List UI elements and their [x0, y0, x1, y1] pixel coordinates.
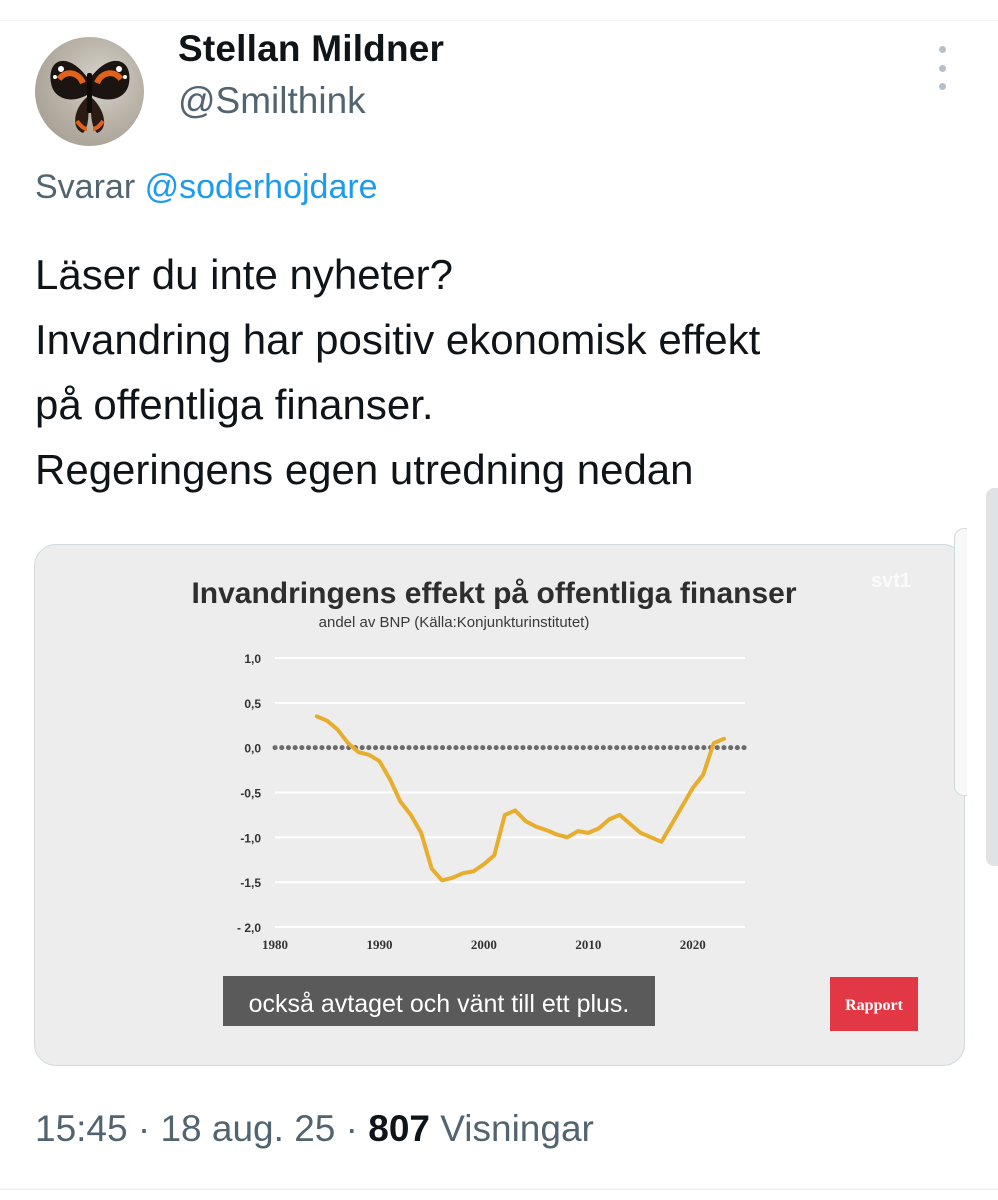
tweet-line: Läser du inte nyheter? — [35, 251, 453, 298]
y-tick-label: -1,0 — [240, 831, 261, 845]
chart-subtitle: andel av BNP (Källa:Konjunkturinstitutet… — [319, 614, 590, 631]
watermark-logo: svt1 — [871, 570, 911, 592]
tweet-line: på offentliga finanser. — [35, 381, 434, 428]
more-dot — [938, 46, 946, 53]
chart-image: Invandringens effekt på offentliga finan… — [191, 570, 918, 1031]
tweet-line: Regeringens egen utredning nedan — [35, 446, 694, 493]
y-tick-label: 1,0 — [244, 652, 261, 666]
y-tick-label: - 2,0 — [237, 921, 261, 935]
tweet-meta: 15:45 · 18 aug. 25 · 807 Visningar — [35, 1108, 594, 1150]
y-tick-label: -1,5 — [240, 876, 261, 890]
x-tick-label: 2000 — [471, 937, 497, 952]
tweet-line: Invandring har positiv ekonomisk effekt — [35, 316, 761, 363]
tweet-text: Läser du inte nyheter? Invandring har po… — [35, 242, 760, 502]
avatar[interactable] — [35, 37, 144, 146]
series-line — [314, 714, 727, 883]
author-handle[interactable]: @Smilthink — [178, 80, 366, 122]
butterfly-avatar-image — [50, 60, 130, 133]
y-tick-label: -0,5 — [240, 787, 261, 801]
author-name[interactable]: Stellan Mildner — [178, 28, 444, 70]
views-label: Visningar — [440, 1108, 594, 1149]
video-subtitle: också avtaget och vänt till ett plus. — [249, 990, 630, 1018]
x-tick-label: 2010 — [575, 937, 601, 952]
tweet-time[interactable]: 15:45 · 18 aug. 25 — [35, 1108, 335, 1149]
y-tick-label: 0,5 — [244, 697, 261, 711]
bottom-divider — [0, 1188, 998, 1190]
rapport-badge-label: Rapport — [845, 997, 903, 1014]
x-tick-label: 1980 — [262, 937, 288, 952]
top-divider — [0, 20, 998, 21]
page-scrollbar[interactable] — [986, 488, 998, 866]
media-card[interactable]: Invandringens effekt på offentliga finan… — [34, 544, 965, 1066]
reply-mention-link[interactable]: @soderhojdare — [145, 168, 378, 206]
views-count: 807 — [368, 1108, 430, 1149]
reply-context: Svarar @soderhojdare — [35, 168, 378, 207]
reply-prefix: Svarar — [35, 168, 136, 206]
more-options-icon[interactable] — [928, 46, 956, 90]
scrollbar-thumb[interactable] — [954, 528, 967, 796]
x-tick-label: 2020 — [680, 937, 706, 952]
separator: · — [345, 1108, 369, 1149]
more-dot — [938, 64, 946, 72]
chart-title: Invandringens effekt på offentliga finan… — [191, 577, 796, 610]
more-dot — [938, 83, 946, 90]
x-tick-label: 1990 — [366, 937, 392, 952]
y-tick-label: 0,0 — [244, 742, 261, 756]
